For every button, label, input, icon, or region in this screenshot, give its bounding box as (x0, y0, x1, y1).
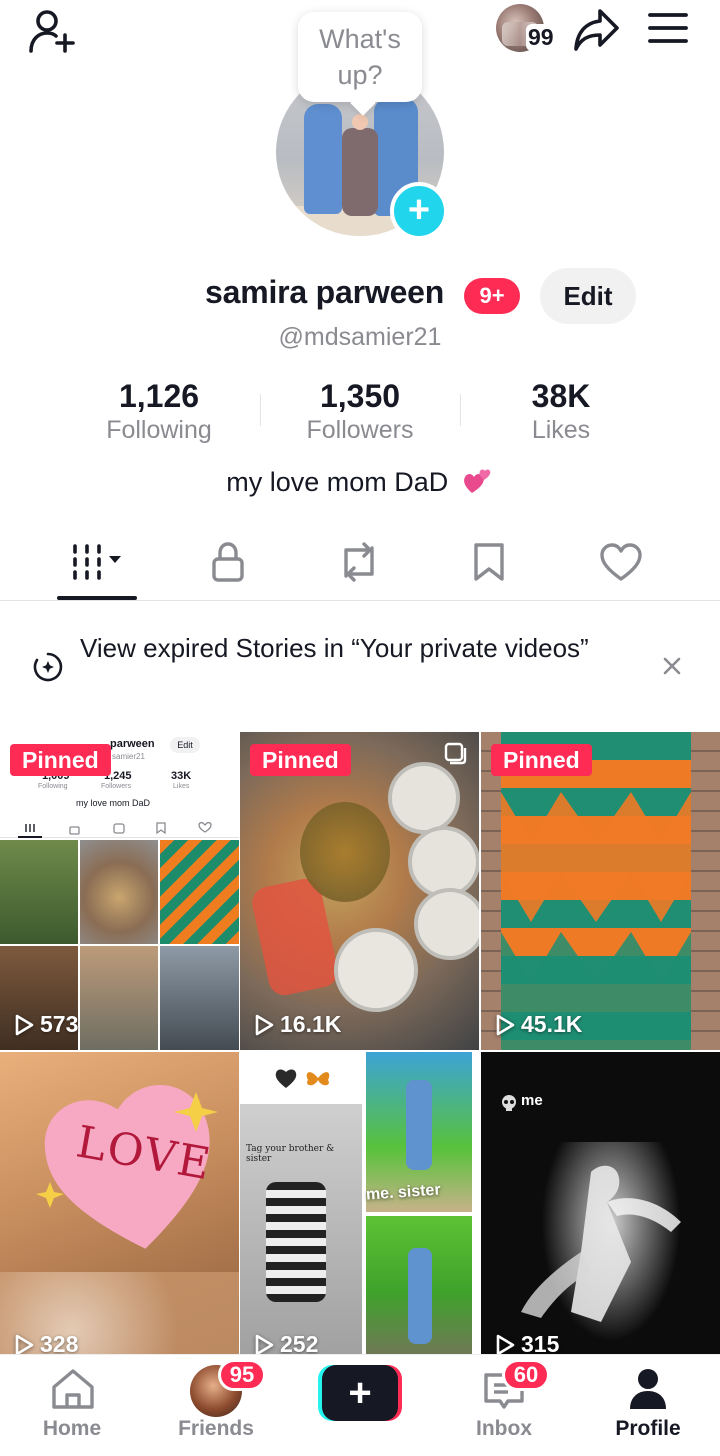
profile-name: samira parween (205, 274, 445, 310)
thumb-bio: my love mom DaD (76, 798, 151, 808)
status-bubble-text: What's up? (319, 24, 401, 90)
tab-favorites[interactable] (449, 534, 529, 590)
bottom-nav: Home 95 Friends + 60 Inbox Profile (0, 1354, 720, 1456)
heart-butterfly-icon (275, 1069, 330, 1088)
thumb-edit: Edit (170, 737, 200, 753)
thumb-stat-label: Likes (173, 783, 190, 790)
menu-icon[interactable] (642, 6, 694, 50)
nav-profile[interactable]: Profile (576, 1355, 720, 1456)
view-count: 45.1K (495, 1011, 582, 1038)
grid-icon (73, 544, 121, 580)
thumb-tabs (0, 818, 239, 838)
tab-reposts[interactable] (319, 534, 399, 590)
profile-handle: @mdsamier21 (278, 323, 442, 351)
play-icon (15, 1334, 34, 1355)
nav-home-label: Home (42, 1417, 102, 1440)
tabs-separator (0, 600, 720, 601)
thumb-handle: samier21 (112, 752, 145, 761)
plus-icon: + (322, 1365, 398, 1421)
thumb-stat-label: Following (38, 783, 68, 790)
thumb-stat-label: Followers (101, 783, 131, 790)
skull-icon (502, 1095, 516, 1111)
expired-stories-banner[interactable]: View expired Stories in “Your private vi… (0, 620, 720, 720)
add-friend-icon[interactable] (24, 4, 80, 60)
video-tile[interactable]: Pinned 16.1K (240, 732, 479, 1050)
thumb-mini (0, 840, 78, 944)
overlay-text: me (521, 1092, 543, 1109)
video-tile[interactable]: Pinned 45.1K (481, 732, 720, 1050)
story-count-badge: 99 (526, 24, 556, 51)
plus-icon: + (407, 188, 431, 231)
nav-friends[interactable]: 95 Friends (144, 1355, 288, 1456)
overlay-text: Tag your brother & sister (246, 1144, 335, 1164)
pinned-badge: Pinned (10, 744, 111, 776)
share-icon[interactable] (570, 4, 622, 56)
followers-label: Followers (306, 416, 414, 444)
lock-icon (212, 542, 244, 582)
play-icon (255, 1014, 274, 1035)
video-tile[interactable]: parween Edit samier21 1,009 Following 1,… (0, 732, 239, 1050)
status-bubble[interactable]: What's up? (298, 12, 422, 102)
pinned-badge: Pinned (250, 744, 351, 776)
followers-count: 1,350 (319, 378, 401, 414)
edit-profile-button[interactable]: Edit (540, 268, 636, 324)
home-icon (52, 1369, 94, 1409)
bookmark-icon (474, 543, 504, 581)
likes-count: 38K (531, 378, 591, 414)
two-hearts-icon (463, 469, 491, 493)
likes-stat[interactable]: 38K Likes (461, 376, 661, 444)
thumb-mini (80, 840, 158, 944)
video-tile[interactable]: Tag your brother & sister me. sister 252 (240, 1052, 479, 1370)
nav-home[interactable]: Home (0, 1355, 144, 1456)
followers-stat[interactable]: 1,350 Followers (260, 376, 460, 444)
nav-inbox[interactable]: 60 Inbox (432, 1355, 576, 1456)
nav-profile-label: Profile (615, 1417, 681, 1440)
expired-stories-text: View expired Stories in “Your private vi… (80, 633, 589, 663)
close-icon[interactable] (662, 656, 682, 676)
profile-bio: my love mom DaD (0, 467, 720, 498)
friends-badge: 95 (218, 1359, 266, 1391)
nav-friends-label: Friends (178, 1417, 254, 1440)
heart-icon (600, 543, 642, 581)
repost-icon (344, 542, 374, 582)
thumb-name: parween (110, 738, 155, 750)
pinned-badge: Pinned (491, 744, 592, 776)
following-count: 1,126 (118, 378, 200, 414)
tab-videos[interactable] (57, 534, 137, 590)
create-button[interactable]: + (318, 1365, 402, 1421)
play-icon (15, 1014, 34, 1035)
add-story-button[interactable]: + (390, 182, 448, 240)
notification-badge[interactable]: 9+ (464, 278, 520, 314)
play-icon (496, 1014, 515, 1035)
video-tile[interactable]: LOVE 328 (0, 1052, 239, 1370)
stories-icon (33, 652, 63, 682)
likes-label: Likes (531, 416, 591, 444)
play-icon (255, 1334, 274, 1355)
view-count: 573 (14, 1011, 78, 1038)
thumb-mini (80, 946, 158, 1050)
nav-inbox-label: Inbox (476, 1417, 532, 1440)
inbox-badge: 60 (502, 1359, 550, 1391)
thumb-mini (160, 840, 239, 944)
play-icon (496, 1334, 515, 1355)
thumb-stat: 33K (171, 770, 192, 782)
video-tile[interactable]: me 315 (481, 1052, 720, 1370)
multi-photo-icon (444, 742, 467, 765)
tab-liked[interactable] (581, 534, 661, 590)
following-label: Following (106, 416, 212, 444)
following-stat[interactable]: 1,126 Following (59, 376, 259, 444)
profile-icon (630, 1369, 666, 1409)
thumb-mini (160, 946, 239, 1050)
bio-text: my love mom DaD (226, 467, 449, 497)
tab-private[interactable] (188, 534, 268, 590)
view-count: 16.1K (254, 1011, 341, 1038)
